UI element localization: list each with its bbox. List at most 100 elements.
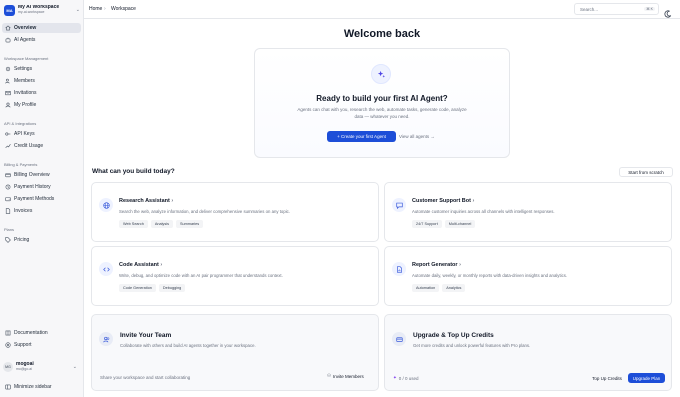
section-title-plans: Plans <box>4 227 15 232</box>
users-icon <box>5 78 11 84</box>
template-card-support[interactable]: Customer Support Bot › Automate customer… <box>384 182 672 242</box>
page-title: Welcome back <box>343 28 421 40</box>
users-icon <box>99 332 113 346</box>
card-title: Code Assistant <box>119 262 159 268</box>
sidebar-item-label: Credit Usage <box>14 143 44 149</box>
sidebar-item-label: Payment History <box>14 184 51 190</box>
credit-usage-label: 0 / 0 used <box>398 375 419 381</box>
workspace-switcher[interactable]: MA My AI Workspace my-ai-workspace ⌄ <box>4 3 80 17</box>
sidebar-item-label: Members <box>14 78 35 84</box>
sidebar-item-payment-history[interactable]: Payment History <box>2 182 81 192</box>
tag: Automation <box>412 284 440 292</box>
sidebar-item-billing-overview[interactable]: Billing Overview <box>2 170 81 180</box>
sidebar-item-credit-usage[interactable]: Credit Usage <box>2 141 81 151</box>
upgrade-title: Upgrade & Top Up Credits <box>413 332 494 339</box>
workspace-slug: my-ai-workspace <box>18 10 45 15</box>
sidebar-item-label: Settings <box>14 66 33 72</box>
home-icon <box>5 25 11 31</box>
hero-title: Ready to build your first AI Agent? <box>316 94 448 103</box>
sidebar-item-documentation[interactable]: Documentation <box>2 328 81 338</box>
chevron-right-icon: › <box>171 198 174 204</box>
mail-icon <box>5 90 11 96</box>
card-title: Report Generator <box>412 262 458 268</box>
template-card-code[interactable]: Code Assistant › Write, debug, and optim… <box>91 246 379 306</box>
invite-members-button[interactable]: ⚇ Invite Members <box>327 373 364 379</box>
tag: 24/7 Support <box>412 220 442 228</box>
search-placeholder: Search... <box>580 6 599 12</box>
sidebar-item-support[interactable]: Support <box>2 340 81 350</box>
sidebar-item-label: API Keys <box>14 131 35 137</box>
invite-footer-text: Share your workspace and start collabora… <box>100 375 191 380</box>
invite-title: Invite Your Team <box>120 332 172 339</box>
search-input[interactable]: Search... ⌘ K <box>574 3 659 15</box>
upgrade-description: Get more credits and unlock powerful fea… <box>413 343 531 348</box>
sidebar-item-label: Billing Overview <box>14 172 50 178</box>
sidebar-item-invoices[interactable]: Invoices <box>2 206 81 216</box>
sidebar-item-label: Support <box>14 342 32 348</box>
receipt-icon <box>5 184 11 190</box>
chevron-down-icon: ⌄ <box>75 7 80 13</box>
invite-description: Collaborate with others and build AI age… <box>120 343 256 348</box>
sidebar-item-ai-agents[interactable]: AI Agents <box>2 35 81 45</box>
bot-icon <box>5 37 11 43</box>
section-title-billing: Billing & Payments <box>4 162 38 167</box>
invite-members-label: Invite Members <box>333 373 364 379</box>
wallet-icon <box>5 196 11 202</box>
section-title-workspace: Workspace Management <box>4 56 49 61</box>
sidebar-item-api-keys[interactable]: API Keys <box>2 129 81 139</box>
workspace-logo: MA <box>4 4 15 16</box>
template-card-research[interactable]: Research Assistant › Search the web, ana… <box>91 182 379 242</box>
sidebar-item-payment-methods[interactable]: Payment Methods <box>2 194 81 204</box>
sidebar-item-label: Payment Methods <box>14 196 55 202</box>
credit-usage: ✦ 0 / 0 used <box>393 375 419 381</box>
sidebar-item-label: Documentation <box>14 330 48 336</box>
card-description: Automate customer inquiries across all c… <box>412 209 555 214</box>
upgrade-plan-button[interactable]: Upgrade Plan <box>628 373 665 383</box>
sparkles-icon <box>371 64 391 84</box>
sidebar-item-invitations[interactable]: Invitations <box>2 88 81 98</box>
create-agent-button[interactable]: + Create your first Agent <box>327 131 396 142</box>
chart-icon <box>5 143 11 149</box>
upgrade-card: Upgrade & Top Up Credits Get more credit… <box>384 314 672 391</box>
start-from-scratch-button[interactable]: Start from scratch <box>619 167 673 177</box>
user-menu[interactable]: MG mogoai mo@go.ai ⌄ <box>3 361 81 373</box>
user-email: mo@go.ai <box>16 367 33 372</box>
top-up-credits-button[interactable]: Top Up Credits <box>587 373 627 383</box>
theme-toggle-icon[interactable] <box>664 5 672 18</box>
invite-team-card: Invite Your Team Collaborate with others… <box>91 314 379 391</box>
section-title-api: API & Integrations <box>4 121 37 126</box>
view-all-agents-link[interactable]: View all agents → <box>399 134 435 139</box>
tag-icon <box>5 237 11 243</box>
breadcrumb-home[interactable]: Home <box>89 6 102 12</box>
sidebar-item-settings[interactable]: Settings <box>2 64 81 74</box>
card-description: Search the web, analyze information, and… <box>119 209 291 214</box>
tag: Web Search <box>119 220 148 228</box>
book-icon <box>5 330 11 336</box>
sidebar-item-overview[interactable]: Overview <box>2 23 81 33</box>
user-plus-icon: ⚇ <box>327 373 332 378</box>
file-chart-icon <box>392 262 406 276</box>
template-card-report[interactable]: Report Generator › Automate daily, weekl… <box>384 246 672 306</box>
sidebar-item-label: My Profile <box>14 102 37 108</box>
breadcrumb-workspace: Workspace <box>111 6 136 12</box>
breadcrumb-separator: › <box>104 6 106 12</box>
minimize-sidebar-label: Minimize sidebar <box>14 384 52 390</box>
tag: Multi-channel <box>444 220 476 228</box>
sidebar-collapse-icon <box>5 384 11 390</box>
chevron-right-icon: › <box>160 262 163 268</box>
minimize-sidebar-button[interactable]: Minimize sidebar <box>2 382 81 392</box>
help-icon <box>5 342 11 348</box>
sidebar-item-pricing[interactable]: Pricing <box>2 235 81 245</box>
sidebar-item-members[interactable]: Members <box>2 76 81 86</box>
card-title: Research Assistant <box>119 198 170 204</box>
search-shortcut: ⌘ K <box>644 7 655 11</box>
sidebar-item-my-profile[interactable]: My Profile <box>2 100 81 110</box>
chat-icon <box>392 198 406 212</box>
avatar: MG <box>3 362 13 372</box>
card-icon <box>5 172 11 178</box>
chevron-right-icon: › <box>459 262 461 268</box>
globe-icon <box>99 198 113 212</box>
section-heading: What can you build today? <box>92 168 175 175</box>
hero-description: Agents can chat with you, research the w… <box>297 107 467 119</box>
card-title: Customer Support Bot <box>412 198 471 204</box>
